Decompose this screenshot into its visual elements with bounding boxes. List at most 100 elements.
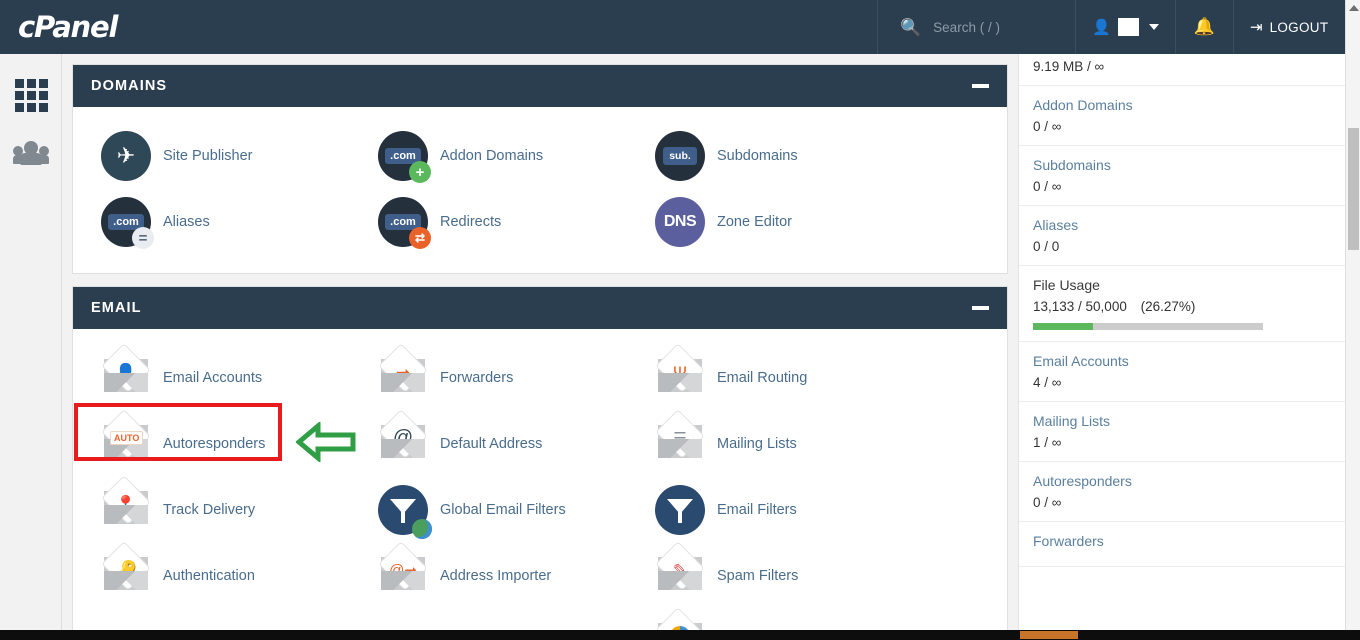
subdomains-icon: sub. [655, 131, 705, 181]
tile-row: AUTO Autoresponders @ Default Address ☰ … [73, 410, 1007, 477]
tile-email-routing[interactable]: Ψ Email Routing [627, 344, 904, 411]
tile-zone-editor[interactable]: DNS Zone Editor [627, 189, 904, 255]
stats-sidebar: Bandwidth 9.19 MB / ∞ Addon Domains 0 / … [1018, 54, 1345, 640]
tile-label: Site Publisher [163, 148, 253, 164]
tile-forwarders[interactable]: ➞ Forwarders [350, 344, 627, 411]
zone-editor-dns-icon: DNS [655, 197, 705, 247]
stat-value: 0 / ∞ [1033, 179, 1062, 194]
tile-label: Aliases [163, 214, 210, 230]
aliases-icon: .com = [101, 197, 154, 249]
stat-value-container: 13,133 / 50,000 (26.27%) [1033, 299, 1331, 314]
tile-global-email-filters[interactable]: Global Email Filters [350, 477, 627, 543]
logout-icon: ⇥ [1250, 19, 1263, 36]
panel-domains-header: DOMAINS [73, 65, 1007, 107]
panel-email-header: EMAIL [73, 287, 1007, 329]
spam-filters-icon: ✎ [655, 542, 705, 601]
cpanel-logo[interactable]: cPanel [0, 0, 170, 54]
tile-mailing-lists[interactable]: ☰ Mailing Lists [627, 410, 904, 477]
panel-email: EMAIL 👤 Email Accounts ➞ Forwarders Ψ Em… [72, 286, 1008, 640]
search-icon: 🔍 [900, 17, 922, 37]
tile-label: Track Delivery [163, 502, 256, 518]
tile-label: Addon Domains [440, 148, 544, 164]
stat-value: 4 / ∞ [1033, 375, 1062, 390]
stat-value: 0 / ∞ [1033, 495, 1062, 510]
tile-aliases[interactable]: .com = Aliases [73, 189, 350, 255]
stat-row-forwarders[interactable]: Forwarders [1019, 522, 1345, 567]
authentication-key-icon: 🔑 [101, 542, 151, 601]
tile-default-address[interactable]: @ Default Address [350, 410, 627, 477]
tile-addon-domains[interactable]: .com + Addon Domains [350, 123, 627, 189]
notifications-button[interactable]: 🔔 [1175, 0, 1233, 54]
stat-row-email-accounts[interactable]: Email Accounts 4 / ∞ [1019, 342, 1345, 402]
panel-email-body: 👤 Email Accounts ➞ Forwarders Ψ Email Ro… [73, 329, 1007, 640]
tile-label: Mailing Lists [717, 436, 797, 452]
users-icon [13, 141, 49, 165]
main-content: DOMAINS ✈ Site Publisher .com + Addon Do… [62, 54, 1018, 640]
tile-spam-filters[interactable]: ✎ Spam Filters [627, 542, 904, 609]
stat-row-subdomains[interactable]: Subdomains 0 / ∞ [1019, 146, 1345, 206]
stat-label: File Usage [1033, 277, 1100, 293]
rail-item-apps[interactable] [0, 66, 62, 124]
stat-row-file-usage: File Usage 13,133 / 50,000 (26.27%) [1019, 266, 1345, 342]
logout-button[interactable]: ⇥ LOGOUT [1233, 0, 1345, 54]
stat-row-mailing-lists[interactable]: Mailing Lists 1 / ∞ [1019, 402, 1345, 462]
stat-row-addon-domains[interactable]: Addon Domains 0 / ∞ [1019, 86, 1345, 146]
stat-value: 13,133 / 50,000 [1033, 299, 1127, 314]
file-usage-progress-track [1033, 323, 1263, 330]
tile-row: 🔑 Authentication @➞ Address Importer ✎ S… [73, 542, 1007, 609]
left-icon-rail [0, 54, 62, 640]
tile-label: Spam Filters [717, 568, 799, 584]
redirects-icon: .com ⇄ [378, 197, 431, 249]
tile-redirects[interactable]: .com ⇄ Redirects [350, 189, 627, 255]
stat-label: Addon Domains [1033, 97, 1133, 113]
stat-row-bandwidth[interactable]: Bandwidth 9.19 MB / ∞ [1019, 54, 1345, 86]
tile-row: ✈ Site Publisher .com + Addon Domains su… [73, 123, 1007, 189]
tile-label: Email Accounts [163, 370, 263, 386]
scroll-up-arrow[interactable] [1346, 0, 1360, 15]
tile-label: Zone Editor [717, 214, 792, 230]
page-scrollbar[interactable] [1345, 0, 1360, 640]
panel-domains: DOMAINS ✈ Site Publisher .com + Addon Do… [72, 64, 1008, 274]
bell-icon: 🔔 [1193, 17, 1216, 36]
global-email-filters-icon [378, 485, 432, 539]
rail-item-users[interactable] [0, 124, 62, 182]
cpanel-logo-text: cPanel [18, 10, 118, 44]
tile-email-filters[interactable]: Email Filters [627, 477, 904, 543]
collapse-icon[interactable] [972, 84, 989, 88]
user-icon: 👤 [1092, 19, 1111, 36]
search-container[interactable]: 🔍 [877, 0, 1075, 54]
email-filters-icon [655, 485, 705, 535]
addon-domains-icon: .com + [378, 131, 431, 183]
stat-row-autoresponders[interactable]: Autoresponders 0 / ∞ [1019, 462, 1345, 522]
user-menu[interactable]: 👤 [1075, 0, 1175, 54]
email-routing-icon: Ψ [655, 344, 705, 403]
stat-label: Autoresponders [1033, 473, 1132, 489]
os-taskbar [0, 630, 1360, 640]
stat-label: Forwarders [1033, 533, 1104, 549]
tile-site-publisher[interactable]: ✈ Site Publisher [73, 123, 350, 189]
tile-track-delivery[interactable]: 📍 Track Delivery [73, 476, 350, 543]
taskbar-item[interactable] [1020, 631, 1078, 639]
stat-value: 0 / ∞ [1033, 119, 1062, 134]
tile-row: .com = Aliases .com ⇄ Redirects DNS Zone… [73, 189, 1007, 255]
pointer-arrow-icon [295, 420, 356, 467]
stat-row-aliases[interactable]: Aliases 0 / 0 [1019, 206, 1345, 266]
stat-value: 1 / ∞ [1033, 435, 1062, 450]
collapse-icon[interactable] [972, 306, 989, 310]
tile-subdomains[interactable]: sub. Subdomains [627, 123, 904, 189]
track-delivery-icon: 📍 [101, 476, 151, 535]
tile-address-importer[interactable]: @➞ Address Importer [350, 542, 627, 609]
stats-list: Bandwidth 9.19 MB / ∞ Addon Domains 0 / … [1019, 54, 1345, 567]
tile-authentication[interactable]: 🔑 Authentication [73, 542, 350, 609]
tile-label: Subdomains [717, 148, 798, 164]
scrollbar-thumb[interactable] [1348, 128, 1359, 250]
tile-label: Autoresponders [163, 436, 266, 452]
tile-email-accounts[interactable]: 👤 Email Accounts [73, 344, 350, 411]
tile-label: Authentication [163, 568, 255, 584]
stat-label: Mailing Lists [1033, 413, 1111, 429]
stat-label: Email Accounts [1033, 353, 1129, 369]
panel-domains-title: DOMAINS [91, 78, 168, 94]
tile-label: Forwarders [440, 370, 514, 386]
top-header: cPanel 🔍 👤 🔔 ⇥ LOGOUT [0, 0, 1345, 54]
search-input[interactable] [933, 19, 1054, 35]
